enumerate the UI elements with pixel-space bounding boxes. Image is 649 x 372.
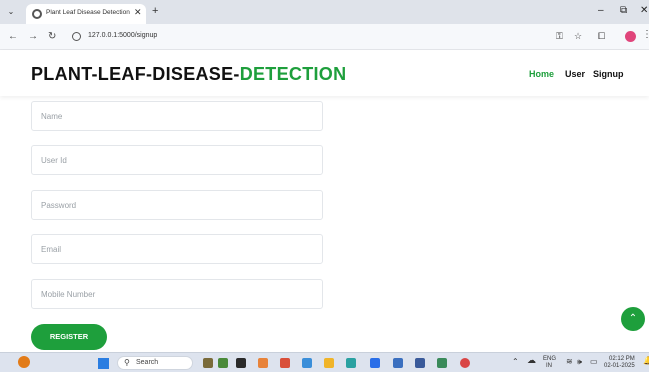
close-window-icon[interactable]: ✕ [640, 5, 648, 16]
menu-icon[interactable]: ⋮ [642, 29, 649, 40]
site-logo[interactable]: PLANT-LEAF-DISEASE-DETECTION [31, 64, 346, 85]
volume-icon[interactable]: 🕪 [577, 358, 582, 366]
taskbar-app-icon[interactable] [437, 358, 447, 368]
taskbar-app-icon[interactable] [346, 358, 356, 368]
register-button[interactable]: REGISTER [31, 324, 107, 350]
new-tab-icon[interactable]: + [152, 5, 158, 17]
brand-main-text: PLANT-LEAF-DISEASE- [31, 64, 240, 84]
browser-tab-bar: ⌄ Plant Leaf Disease Detection ✕ + – ⧉ ✕ [0, 0, 649, 24]
taskbar-search-label: Search [136, 359, 159, 366]
tab-close-icon[interactable]: ✕ [134, 7, 142, 18]
language-line-2: IN [546, 363, 552, 369]
star-icon[interactable]: ☆ [574, 31, 582, 42]
chrome-icon[interactable] [460, 358, 470, 368]
password-field[interactable] [31, 190, 323, 220]
password-key-icon[interactable]: ⚿ [556, 31, 563, 42]
weather-widget-icon[interactable] [18, 356, 30, 368]
taskbar-app-icon[interactable] [218, 358, 228, 368]
url-field[interactable]: 127.0.0.1:5000/signup [64, 28, 534, 46]
back-icon[interactable]: ← [8, 31, 18, 42]
taskbar-app-icon[interactable] [302, 358, 312, 368]
notifications-icon[interactable]: 🔔 [643, 357, 649, 365]
tab-title: Plant Leaf Disease Detection [46, 9, 130, 16]
profile-avatar[interactable] [625, 31, 636, 42]
user-id-field[interactable] [31, 145, 323, 175]
language-line-1: ENG [543, 356, 557, 362]
scroll-to-top-icon[interactable]: ⌃ [621, 307, 645, 331]
language-indicator[interactable]: ENG IN [543, 356, 556, 370]
restore-icon[interactable]: ⧉ [620, 5, 627, 16]
name-field[interactable] [31, 101, 323, 131]
tab-favicon-icon [32, 9, 42, 19]
taskbar-app-icon[interactable] [324, 358, 334, 368]
site-header: PLANT-LEAF-DISEASE-DETECTION Home User S… [0, 50, 649, 96]
taskbar-app-icon[interactable] [393, 358, 403, 368]
taskbar-app-icon[interactable] [415, 358, 425, 368]
clock[interactable]: 02:12 PM 02-01-2025 [604, 356, 635, 370]
taskbar-app-icon[interactable] [258, 358, 268, 368]
browser-address-bar: ← → ↻ 127.0.0.1:5000/signup ⚿ ☆ ⧠ ⋮ [0, 24, 649, 50]
tab-search-icon[interactable]: ⌄ [6, 7, 16, 17]
forward-icon[interactable]: → [28, 31, 38, 42]
site-info-icon[interactable] [72, 32, 81, 41]
wifi-icon[interactable]: ≋ [566, 358, 573, 366]
email-field[interactable] [31, 234, 323, 264]
taskbar: ⚲ Search ⌃ ☁ ENG IN ≋ 🕪 ▭ 02:12 PM 02-01… [0, 352, 649, 372]
nav-home[interactable]: Home [529, 69, 554, 79]
url-text[interactable]: 127.0.0.1:5000/signup [88, 32, 157, 39]
taskbar-app-icon[interactable] [280, 358, 290, 368]
minimize-icon[interactable]: – [598, 5, 604, 16]
clock-time: 02:12 PM [609, 356, 635, 362]
taskbar-app-icon[interactable] [236, 358, 246, 368]
search-icon: ⚲ [124, 358, 130, 367]
browser-tab[interactable]: Plant Leaf Disease Detection ✕ [26, 4, 146, 24]
tray-chevron-icon[interactable]: ⌃ [512, 358, 519, 366]
reload-icon[interactable]: ↻ [48, 31, 56, 42]
mobile-number-field[interactable] [31, 279, 323, 309]
extensions-icon[interactable]: ⧠ [598, 31, 605, 42]
brand-accent-text: DETECTION [239, 64, 347, 84]
taskbar-app-icon[interactable] [203, 358, 213, 368]
start-icon[interactable] [98, 358, 109, 369]
clock-date: 02-01-2025 [604, 363, 635, 369]
nav-signup[interactable]: Signup [593, 69, 624, 79]
taskbar-search[interactable]: ⚲ Search [117, 356, 193, 370]
vscode-icon[interactable] [370, 358, 380, 368]
nav-user[interactable]: User [565, 69, 585, 79]
battery-icon[interactable]: ▭ [590, 358, 598, 366]
cloud-icon[interactable]: ☁ [527, 356, 536, 365]
